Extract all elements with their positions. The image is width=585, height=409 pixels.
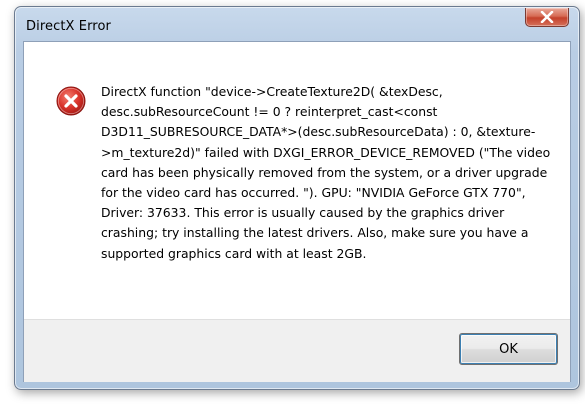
dialog-window: DirectX Error DirectX function "device->…: [14, 6, 580, 390]
window-title: DirectX Error: [26, 19, 111, 34]
button-bar: OK: [24, 319, 570, 382]
close-icon: [540, 11, 554, 23]
error-message: DirectX function "device->CreateTexture2…: [101, 84, 551, 261]
ok-button[interactable]: OK: [459, 333, 558, 365]
dialog-body: DirectX function "device->CreateTexture2…: [23, 41, 571, 382]
error-icon: [56, 86, 86, 116]
close-button[interactable]: [525, 8, 569, 27]
message-area: DirectX function "device->CreateTexture2…: [24, 42, 570, 319]
title-bar[interactable]: DirectX Error: [15, 7, 579, 41]
